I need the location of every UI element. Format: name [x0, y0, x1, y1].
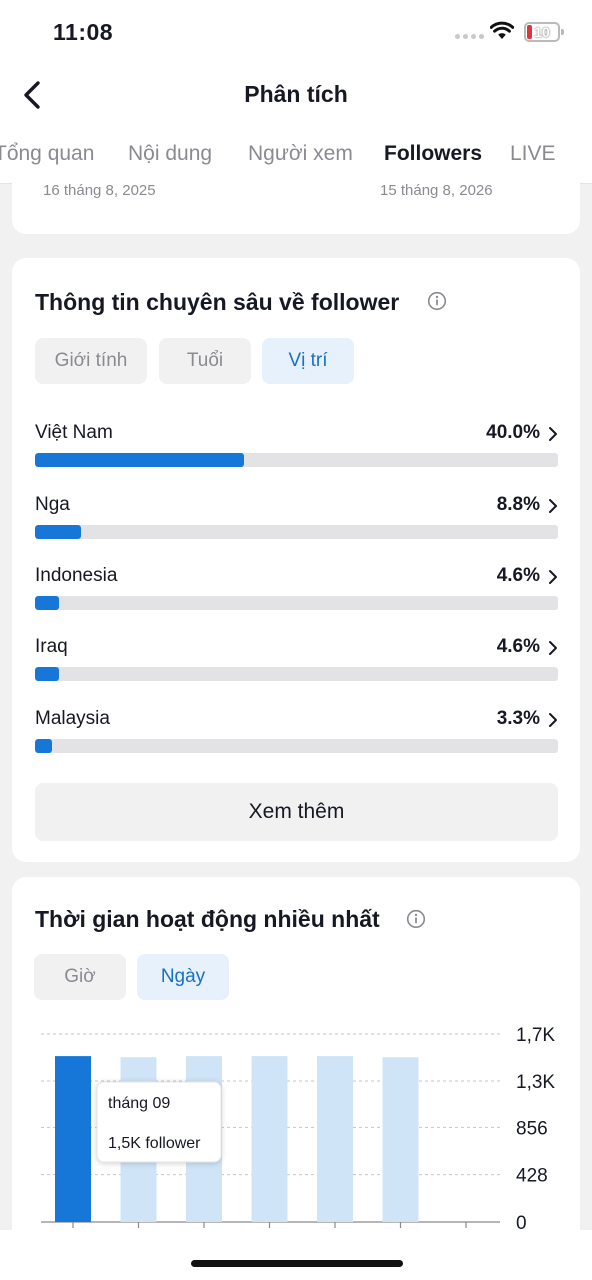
progress-track [35, 667, 558, 681]
y-tick-label: 0 [516, 1213, 527, 1230]
chevron-right-icon [549, 713, 557, 727]
progress-track [35, 453, 558, 467]
location-percent: 3.3% [496, 708, 540, 729]
chevron-right-icon [549, 641, 557, 655]
location-percent: 8.8% [496, 494, 540, 515]
active-time-card: Thời gian hoạt động nhiều nhất Giờ Ngày … [12, 877, 580, 1230]
tab-live[interactable]: LIVE [510, 142, 556, 166]
filter-gender[interactable]: Giới tính [35, 338, 147, 384]
chevron-right-icon [549, 427, 557, 441]
page-title: Phân tích [244, 81, 348, 107]
location-row[interactable]: Iraq 4.6% [35, 636, 558, 696]
see-more-button[interactable]: Xem thêm [35, 783, 558, 841]
location-row[interactable]: Nga 8.8% [35, 494, 558, 554]
tab-followers[interactable]: Followers [384, 142, 482, 166]
home-indicator [191, 1260, 403, 1267]
date-end: 15 tháng 8, 2026 [380, 182, 493, 199]
location-name: Nga [35, 494, 70, 515]
tooltip-label: tháng 09 [108, 1095, 170, 1112]
chart-bar [317, 1056, 353, 1222]
status-bar: 11:08 10 [0, 0, 592, 64]
y-tick-label: 1,3K [516, 1072, 555, 1093]
progress-track [35, 525, 558, 539]
follower-insight-card: Thông tin chuyên sâu về follower Giới tí… [12, 258, 580, 862]
progress-fill [35, 739, 53, 753]
tooltip-value: 1,5K follower [108, 1135, 201, 1152]
chevron-right-icon [549, 570, 557, 584]
battery-level: 10 [534, 24, 550, 40]
progress-fill [35, 596, 60, 610]
location-name: Việt Nam [35, 422, 113, 443]
status-time: 11:08 [53, 19, 114, 45]
location-row[interactable]: Indonesia 4.6% [35, 565, 558, 625]
tab-overview[interactable]: Tổng quan [0, 142, 94, 166]
tab-content[interactable]: Nội dung [128, 142, 212, 166]
location-name: Iraq [35, 636, 68, 657]
info-icon[interactable] [427, 291, 447, 311]
progress-track [35, 739, 558, 753]
y-tick-label: 428 [516, 1166, 548, 1187]
y-tick-label: 856 [516, 1118, 548, 1139]
progress-fill [35, 667, 60, 681]
location-name: Malaysia [35, 708, 110, 729]
location-name: Indonesia [35, 565, 118, 586]
nav-bar: Phân tích [0, 64, 592, 126]
location-percent: 40.0% [486, 422, 540, 443]
chevron-right-icon [549, 499, 557, 513]
date-start: 16 tháng 8, 2025 [43, 182, 156, 199]
chart-bar [382, 1057, 419, 1222]
chart-tooltip: tháng 09 1,5K follower [96, 1081, 222, 1163]
date-range-card: 16 tháng 8, 2025 15 tháng 8, 2026 [12, 170, 580, 234]
chart-bar [251, 1056, 288, 1222]
location-percent: 4.6% [496, 636, 540, 657]
progress-track [35, 596, 558, 610]
y-tick-label: 1,7K [516, 1025, 555, 1046]
tab-viewers[interactable]: Người xem [248, 142, 353, 166]
cellular-signal-icon [455, 34, 484, 39]
location-row[interactable]: Malaysia 3.3% [35, 708, 558, 768]
location-row[interactable]: Việt Nam 40.0% [35, 422, 558, 482]
chart-bar [55, 1056, 91, 1222]
progress-fill [35, 525, 82, 539]
insight-title: Thông tin chuyên sâu về follower [35, 289, 400, 315]
location-percent: 4.6% [496, 565, 540, 586]
filter-location[interactable]: Vị trí [262, 338, 354, 384]
active-time-chart: 0 428 856 1,3K 1,7K tháng 09 1,5K follower [41, 1025, 555, 1230]
progress-fill [35, 453, 245, 467]
wifi-icon [490, 21, 514, 39]
bottom-safe-area [0, 1230, 592, 1280]
filter-age[interactable]: Tuổi [159, 338, 251, 384]
battery-icon: 10 [524, 22, 564, 42]
